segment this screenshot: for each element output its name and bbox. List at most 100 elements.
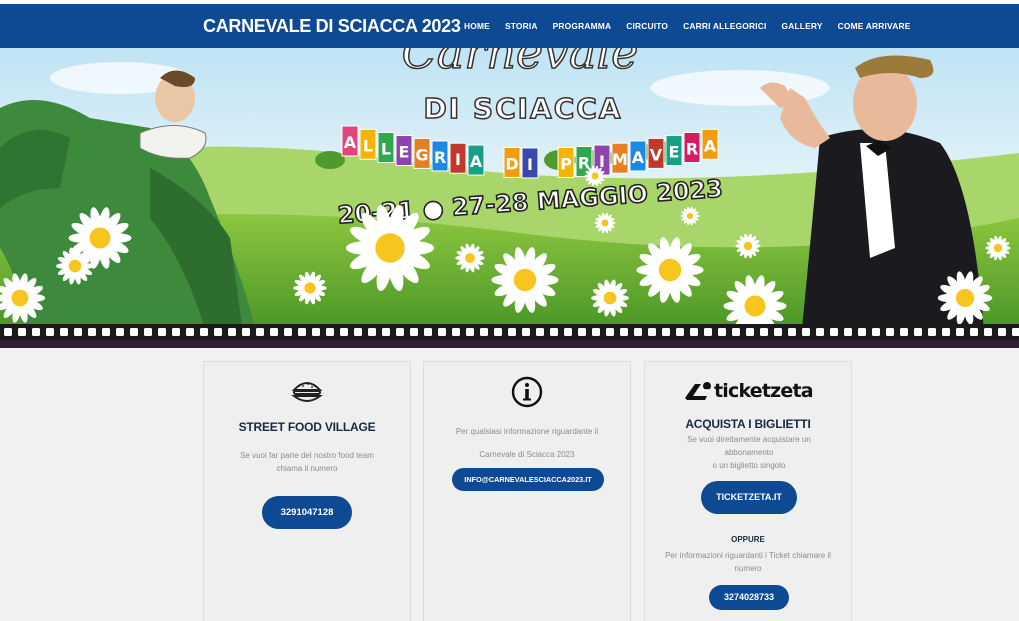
- film-hole: [480, 328, 488, 336]
- bunting-flag: I: [449, 142, 467, 174]
- bunting-flag: E: [395, 135, 413, 167]
- card-tickets-phone-text-line2: numero: [734, 564, 762, 573]
- nav-programma[interactable]: PROGRAMMA: [553, 21, 612, 31]
- svg-text:A: A: [470, 152, 483, 171]
- film-hole: [984, 328, 992, 336]
- film-hole: [116, 328, 124, 336]
- film-hole: [900, 328, 908, 336]
- svg-text:R: R: [434, 148, 446, 167]
- nav-come-arrivare[interactable]: COME ARRIVARE: [838, 21, 911, 31]
- film-hole: [830, 328, 838, 336]
- ticket-phone-button[interactable]: 3274028733: [709, 585, 789, 610]
- film-hole: [690, 328, 698, 336]
- film-hole: [760, 328, 768, 336]
- svg-text:R: R: [686, 139, 698, 158]
- film-hole: [704, 328, 712, 336]
- film-hole: [970, 328, 978, 336]
- film-hole: [158, 328, 166, 336]
- film-hole: [74, 328, 82, 336]
- film-hole: [634, 328, 642, 336]
- info-icon: [511, 376, 543, 408]
- food-phone-button[interactable]: 3291047128: [262, 496, 352, 529]
- info-email-button[interactable]: INFO@CARNEVALESCIACCA2023.IT: [452, 468, 604, 491]
- film-hole: [886, 328, 894, 336]
- film-hole: [718, 328, 726, 336]
- nav-circuito[interactable]: CIRCUITO: [626, 21, 668, 31]
- bunting-flag: A: [701, 128, 719, 160]
- ticketzeta-button[interactable]: TICKETZETA.IT: [701, 481, 797, 514]
- svg-text:I: I: [527, 155, 533, 174]
- film-hole: [438, 328, 446, 336]
- film-hole: [578, 328, 586, 336]
- bunting-flag: A: [341, 125, 359, 157]
- card-info: Per qualsiasi informazione riguardante i…: [423, 361, 631, 621]
- svg-text:E: E: [399, 143, 410, 162]
- film-hole: [88, 328, 96, 336]
- svg-text:A: A: [704, 136, 717, 155]
- svg-text:M: M: [612, 150, 628, 169]
- card-tickets-text-line1: Se vuoi direttamente acquistare un: [687, 435, 811, 444]
- film-hole: [284, 328, 292, 336]
- card-info-text-line1: Per qualsiasi informazione riguardante i…: [455, 427, 599, 436]
- bunting-flag: R: [431, 140, 449, 172]
- film-hole: [928, 328, 936, 336]
- film-hole: [270, 328, 278, 336]
- film-hole: [508, 328, 516, 336]
- film-hole: [732, 328, 740, 336]
- card-tickets-text-line2: abbonamento: [724, 448, 774, 457]
- bunting-flag: A: [467, 144, 485, 176]
- nav-carri-allegorici[interactable]: CARRI ALLEGORICI: [683, 21, 766, 31]
- film-hole: [410, 328, 418, 336]
- film-hole: [620, 328, 628, 336]
- film-hole: [396, 328, 404, 336]
- film-hole: [382, 328, 390, 336]
- card-info-text: Per qualsiasi informazione riguardante i…: [424, 420, 630, 466]
- svg-text:I: I: [455, 150, 461, 169]
- nav-gallery[interactable]: GALLERY: [782, 21, 823, 31]
- card-tickets: ticketzeta ACQUISTA I BIGLIETTI Se vuoi …: [644, 361, 852, 621]
- film-hole: [872, 328, 880, 336]
- hero-subtitle: DI SCIACCA: [424, 92, 623, 125]
- film-hole: [1012, 328, 1019, 336]
- film-hole: [368, 328, 376, 336]
- or-label: OPPURE: [731, 535, 765, 544]
- svg-text:G: G: [415, 145, 428, 164]
- burger-icon: [291, 382, 323, 402]
- film-hole: [60, 328, 68, 336]
- film-hole: [340, 328, 348, 336]
- bunting-flag: L: [377, 131, 395, 163]
- bunting-flag: P: [557, 146, 575, 178]
- film-hole: [102, 328, 110, 336]
- film-hole: [564, 328, 572, 336]
- site-brand[interactable]: CARNEVALE DI SCIACCA 2023: [203, 16, 461, 37]
- svg-text:L: L: [381, 139, 391, 158]
- svg-text:R: R: [578, 153, 590, 172]
- film-hole: [788, 328, 796, 336]
- navbar: CARNEVALE DI SCIACCA 2023 HOME STORIA PR…: [0, 4, 1019, 48]
- nav-storia[interactable]: STORIA: [505, 21, 538, 31]
- bunting-flag: I: [521, 147, 539, 179]
- film-hole: [592, 328, 600, 336]
- film-hole: [550, 328, 558, 336]
- svg-text:D: D: [505, 154, 518, 173]
- film-hole: [452, 328, 460, 336]
- ticketzeta-logo-icon: [685, 382, 711, 400]
- film-hole: [172, 328, 180, 336]
- nav-home[interactable]: HOME: [464, 21, 490, 31]
- film-hole: [746, 328, 754, 336]
- film-hole: [914, 328, 922, 336]
- card-food-text-line1: Se vuoi far parte del nostro food team: [240, 451, 374, 460]
- film-hole: [844, 328, 852, 336]
- film-hole: [298, 328, 306, 336]
- svg-text:A: A: [632, 148, 645, 167]
- film-hole: [998, 328, 1006, 336]
- film-hole: [648, 328, 656, 336]
- film-hole: [46, 328, 54, 336]
- film-hole: [662, 328, 670, 336]
- film-hole: [242, 328, 250, 336]
- film-hole: [326, 328, 334, 336]
- bunting-flag: D: [503, 146, 521, 178]
- card-street-food: STREET FOOD VILLAGE Se vuoi far parte de…: [203, 361, 411, 621]
- card-tickets-phone-text-line1: Per informazioni riguardanti i Ticket ch…: [665, 551, 831, 560]
- card-food-title: STREET FOOD VILLAGE: [238, 420, 376, 434]
